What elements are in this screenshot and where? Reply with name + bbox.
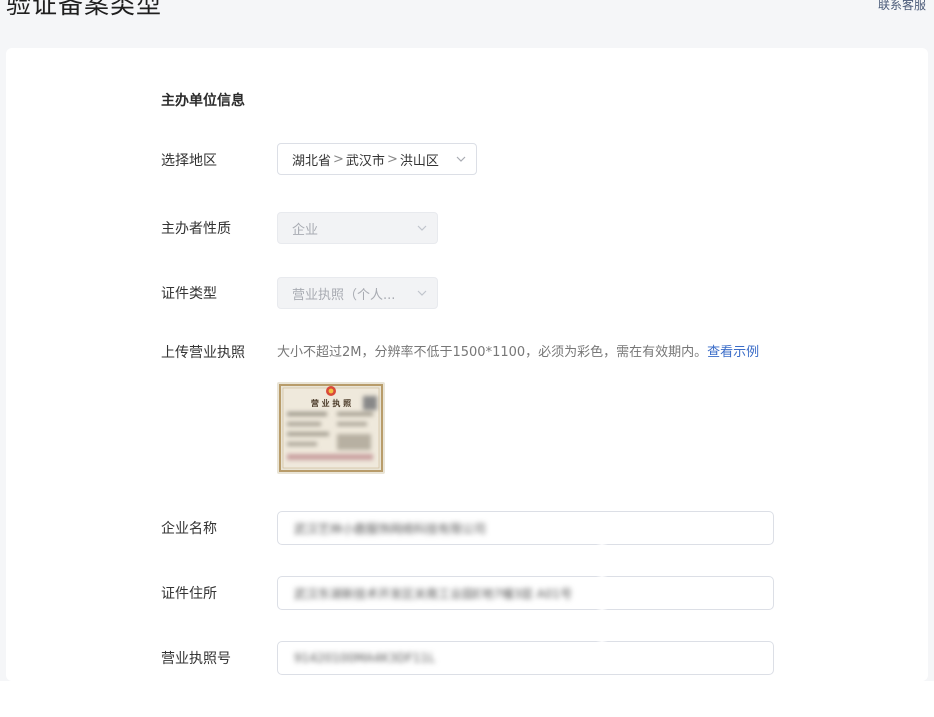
upload-license-label: 上传营业执照 <box>161 345 245 361</box>
region-city: 武汉市 <box>345 153 385 169</box>
region-district: 洪山区 <box>399 153 439 169</box>
company-name-label: 企业名称 <box>161 521 217 537</box>
redaction-overlay <box>596 600 608 660</box>
certificate-type-select: 营业执照（个人... <box>277 277 438 309</box>
company-name-input[interactable]: 武汉艺林小鹿服饰网络科技有限公司 <box>277 511 774 545</box>
license-number-label: 营业执照号 <box>161 651 231 667</box>
region-cascader[interactable]: 湖北省 > 武汉市 > 洪山区 <box>277 143 477 175</box>
organizer-nature-label: 主办者性质 <box>161 221 231 237</box>
organizer-nature-value: 企业 <box>292 222 319 238</box>
certificate-address-input[interactable]: 武汉东湖新技术开发区关南工业园E地7幢3层 A01号 <box>277 576 774 610</box>
license-number-input[interactable]: 91420100MA4K3DF11L <box>277 641 774 675</box>
contact-support-link[interactable]: 联系客服 <box>878 0 926 14</box>
view-example-link[interactable]: 查看示例 <box>707 345 759 360</box>
region-separator: > <box>386 151 398 167</box>
upload-hint-text: 大小不超过2M，分辨率不低于1500*1100，必须为彩色，需在有效期内。 <box>277 345 708 360</box>
company-name-value: 武汉艺林小鹿服饰网络科技有限公司 <box>294 521 487 536</box>
region-separator: > <box>333 151 344 167</box>
section-title: 主办单位信息 <box>161 93 245 109</box>
chevron-down-icon <box>417 290 427 296</box>
certificate-type-label: 证件类型 <box>161 286 217 302</box>
bottom-area <box>0 681 934 717</box>
chevron-down-icon <box>417 225 427 231</box>
license-title-text: 营 业 执 照 <box>311 398 351 408</box>
region-label: 选择地区 <box>161 153 217 169</box>
organizer-nature-select: 企业 <box>277 212 438 244</box>
chevron-down-icon <box>456 156 466 162</box>
redaction-overlay <box>596 536 608 596</box>
page-title: 验证备案类型 <box>6 0 163 19</box>
region-province: 湖北省 <box>292 153 332 169</box>
business-license-thumbnail[interactable]: 营 业 执 照 <box>277 382 385 474</box>
license-number-value: 91420100MA4K3DF11L <box>294 651 435 665</box>
upload-hint: 大小不超过2M，分辨率不低于1500*1100，必须为彩色，需在有效期内。查看示… <box>277 343 759 363</box>
certificate-type-value: 营业执照（个人... <box>292 287 396 303</box>
certificate-address-value: 武汉东湖新技术开发区关南工业园E地7幢3层 A01号 <box>294 586 573 601</box>
certificate-address-label: 证件住所 <box>161 586 217 602</box>
